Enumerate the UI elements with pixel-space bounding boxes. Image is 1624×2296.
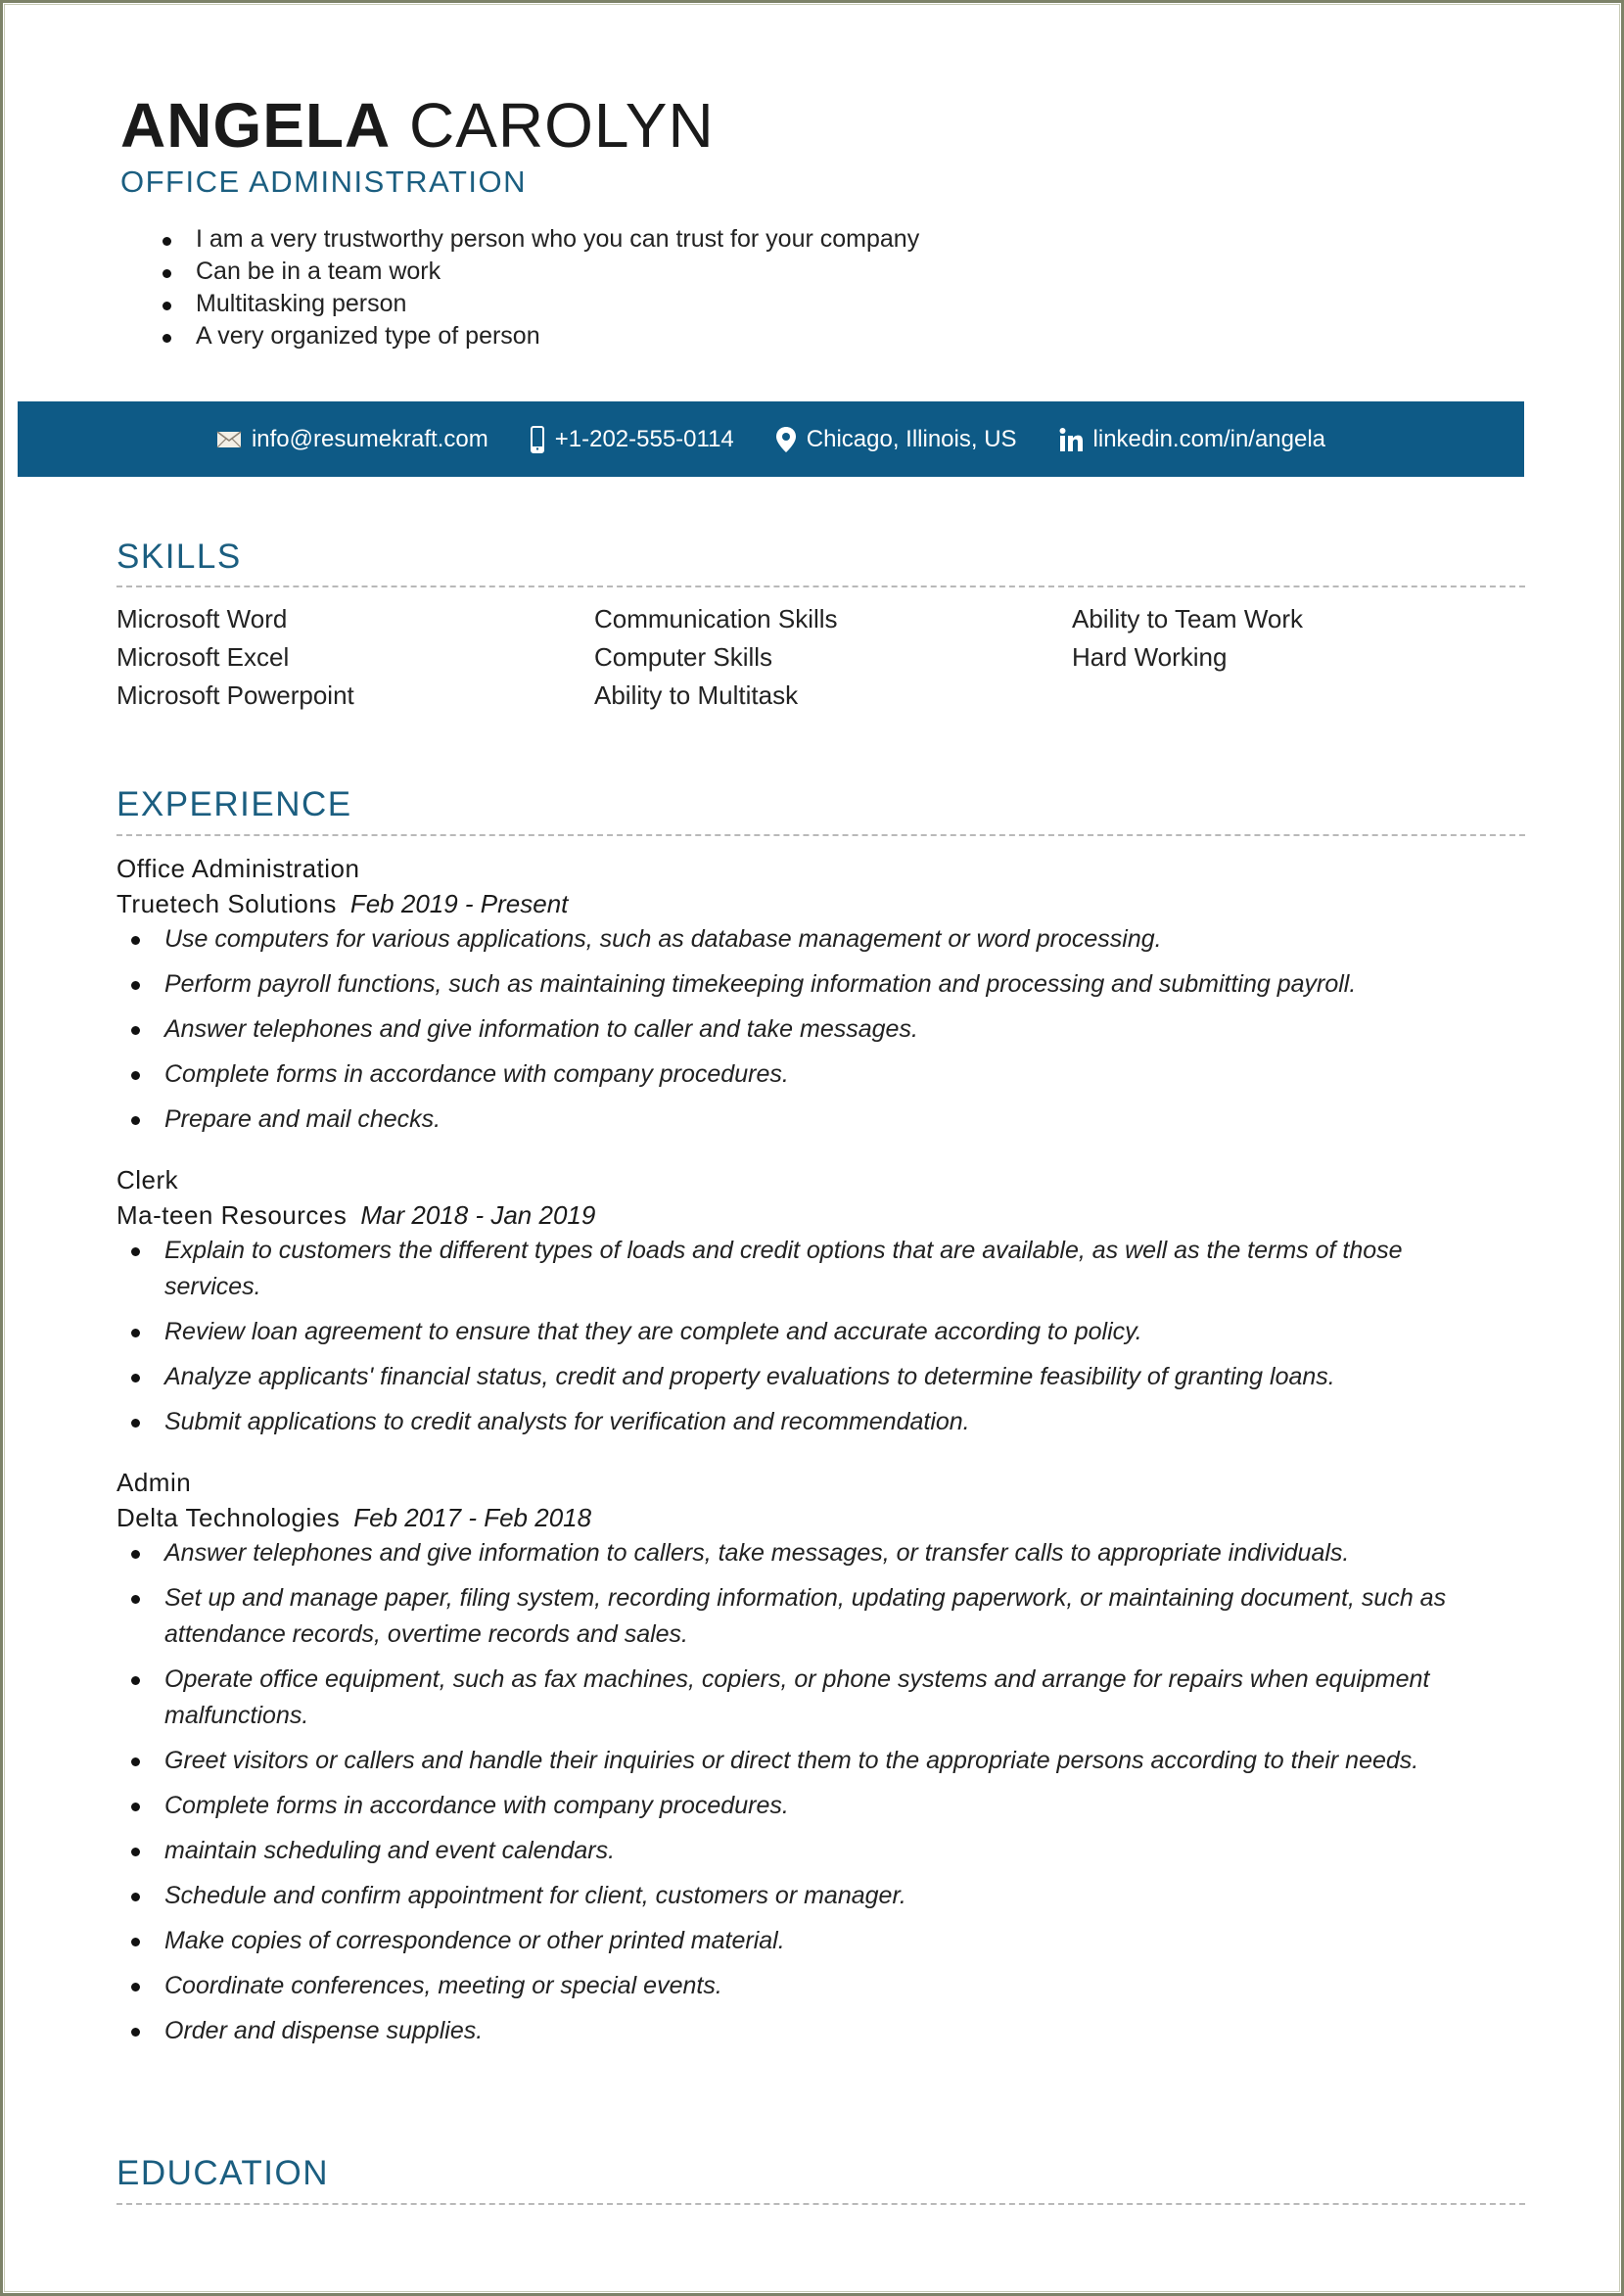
job-dates: Mar 2018 - Jan 2019 <box>360 1200 596 1230</box>
envelope-icon <box>216 430 242 449</box>
job-bullet: Make copies of correspondence or other p… <box>116 1923 1506 1959</box>
skill-item: Hard Working <box>1072 642 1228 672</box>
skill-item: Communication Skills <box>594 604 838 633</box>
contact-location[interactable]: Chicago, Illinois, US <box>775 426 1017 453</box>
job-role: Clerk <box>116 1165 179 1195</box>
job-bullet: Greet visitors or callers and handle the… <box>116 1743 1506 1779</box>
skill-item: Ability to Team Work <box>1072 604 1304 633</box>
first-name: ANGELA <box>120 90 392 161</box>
skills-heading: SKILLS <box>116 538 242 576</box>
job-bullets: Answer telephones and give information t… <box>116 1535 1526 2049</box>
job-entry: Clerk Ma-teen Resources Mar 2018 - Jan 20… <box>116 1162 1526 1449</box>
job-entry: Office Administration Truetech Solutions… <box>116 851 1526 1147</box>
linkedin-icon <box>1058 427 1084 452</box>
education-divider <box>116 2203 1525 2205</box>
job-company: Ma-teen Resources <box>116 1200 348 1230</box>
job-dates: Feb 2017 - Feb 2018 <box>353 1503 592 1532</box>
job-bullet: Explain to customers the different types… <box>116 1233 1506 1305</box>
location-text: Chicago, Illinois, US <box>806 425 1017 452</box>
skill-item: Microsoft Powerpoint <box>116 680 354 710</box>
summary-item: Can be in a team work <box>157 256 919 288</box>
job-company: Truetech Solutions <box>116 889 337 918</box>
job-company: Delta Technologies <box>116 1503 341 1532</box>
skills-grid: Microsoft Word Communication Skills Abil… <box>116 600 1526 715</box>
summary-item: Multitasking person <box>157 288 919 320</box>
skill-item: Ability to Multitask <box>594 680 799 710</box>
contact-phone[interactable]: +1-202-555-0114 <box>530 425 734 454</box>
job-bullet: Perform payroll functions, such as maint… <box>116 966 1506 1003</box>
summary-item: A very organized type of person <box>157 320 919 352</box>
job-bullet: Answer telephones and give information t… <box>116 1535 1506 1571</box>
job-dates: Feb 2019 - Present <box>349 889 569 918</box>
summary-item: I am a very trustworthy person who you c… <box>157 223 919 256</box>
mobile-phone-icon <box>530 425 545 454</box>
education-heading: EDUCATION <box>116 2154 330 2192</box>
job-bullets: Explain to customers the different types… <box>116 1233 1526 1440</box>
job-bullet: Set up and manage paper, filing system, … <box>116 1580 1506 1653</box>
job-role: Admin <box>116 1468 192 1497</box>
skill-item: Microsoft Excel <box>116 642 290 672</box>
job-company-line: Delta Technologies Feb 2017 - Feb 2018 <box>116 1500 1526 1535</box>
candidate-name: ANGELA CAROLYN <box>120 86 715 164</box>
job-bullet: Submit applications to credit analysts f… <box>116 1404 1506 1440</box>
summary-list: I am a very trustworthy person who you c… <box>157 223 919 352</box>
skill-item: Computer Skills <box>594 642 773 672</box>
job-bullet: Schedule and confirm appointment for cli… <box>116 1878 1506 1914</box>
experience-divider <box>116 834 1525 836</box>
job-bullets: Use computers for various applications, … <box>116 921 1526 1138</box>
job-bullet: Review loan agreement to ensure that the… <box>116 1314 1506 1350</box>
skills-divider <box>116 586 1525 587</box>
map-pin-icon <box>775 426 797 453</box>
job-bullet: Coordinate conferences, meeting or speci… <box>116 1968 1506 2004</box>
job-bullet: Use computers for various applications, … <box>116 921 1506 958</box>
phone-text: +1-202-555-0114 <box>554 425 734 452</box>
contact-linkedin[interactable]: linkedin.com/in/angela <box>1058 426 1325 453</box>
experience-heading: EXPERIENCE <box>116 785 352 823</box>
job-bullet: Complete forms in accordance with compan… <box>116 1056 1506 1093</box>
job-bullet: Prepare and mail checks. <box>116 1101 1506 1138</box>
job-bullet: Operate office equipment, such as fax ma… <box>116 1662 1506 1734</box>
job-bullet: maintain scheduling and event calendars. <box>116 1833 1506 1869</box>
job-entry: Admin Delta Technologies Feb 2017 - Feb 2… <box>116 1465 1526 2058</box>
job-bullet: Analyze applicants' financial status, cr… <box>116 1359 1506 1395</box>
job-bullet: Complete forms in accordance with compan… <box>116 1788 1506 1824</box>
skill-item <box>1072 677 1526 715</box>
contact-bar: info@resumekraft.com +1-202-555-0114 Chi… <box>18 401 1524 477</box>
job-bullet: Answer telephones and give information t… <box>116 1011 1506 1048</box>
contact-email[interactable]: info@resumekraft.com <box>216 426 488 453</box>
skill-item: Microsoft Word <box>116 604 288 633</box>
job-company-line: Truetech Solutions Feb 2019 - Present <box>116 886 1526 921</box>
job-title: OFFICE ADMINISTRATION <box>120 164 527 199</box>
linkedin-text: linkedin.com/in/angela <box>1092 425 1326 452</box>
job-role: Office Administration <box>116 854 360 883</box>
job-company-line: Ma-teen Resources Mar 2018 - Jan 2019 <box>116 1197 1526 1233</box>
email-text: info@resumekraft.com <box>251 425 488 452</box>
job-bullet: Order and dispense supplies. <box>116 2013 1506 2049</box>
last-name: CAROLYN <box>409 90 715 161</box>
